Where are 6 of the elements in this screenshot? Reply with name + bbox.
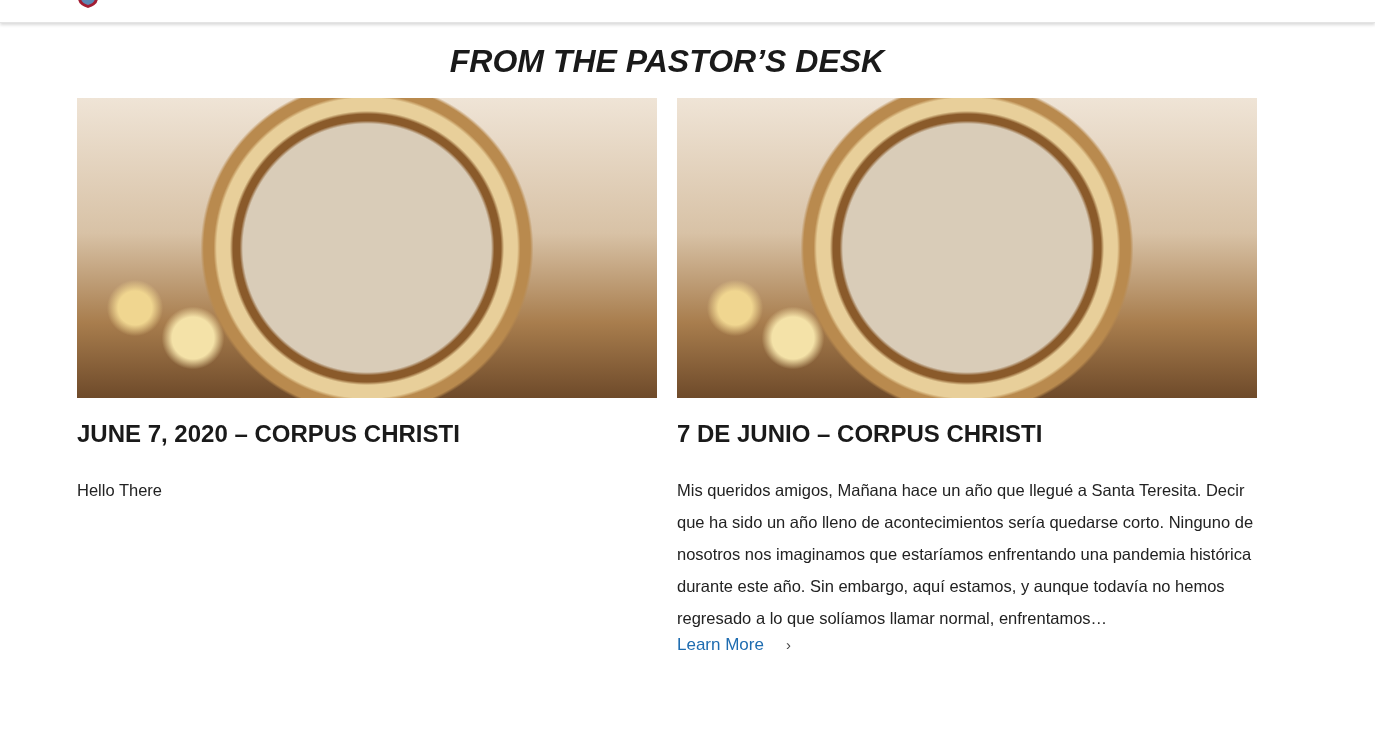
post-title[interactable]: JUNE 7, 2020 – CORPUS CHRISTI [77, 420, 657, 448]
section-title: FROM THE PASTOR’S DESK [448, 43, 887, 79]
learn-more-link[interactable]: Learn More › [677, 634, 791, 656]
post-title[interactable]: 7 DE JUNIO – CORPUS CHRISTI [677, 420, 1257, 448]
post-excerpt: Mis queridos amigos, Mañana hace un año que llegué a Santa Teresita. Decir que ha sido un año lleno de acontecimientos sería quedarse corto. Ninguno de nosotros nos imaginamos que estaríamos enfrentando una pandemia histórica durante este año. Sin embargo, aquí estamos, y aunque todavía no hemos regresado a lo que solíamos llamar normal, enfrentamos… [677, 480, 1255, 629]
post-excerpt: Hello There [77, 480, 163, 501]
